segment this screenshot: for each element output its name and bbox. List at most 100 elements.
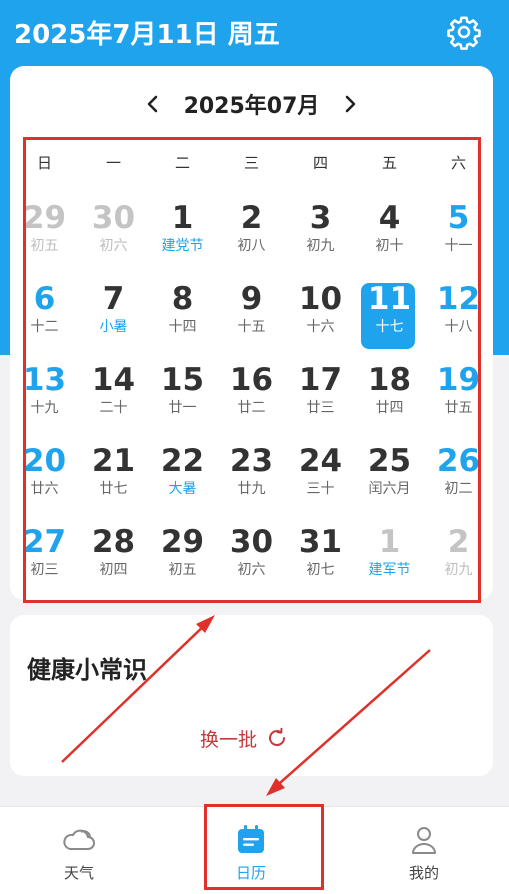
day-cell[interactable]: 13 十九 (10, 352, 79, 433)
day-cell[interactable]: 2 初九 (424, 514, 493, 595)
day-number: 10 (298, 281, 343, 317)
nav-item-calendar[interactable]: 日历 (206, 817, 296, 887)
day-cell[interactable]: 25 闰六月 (355, 433, 424, 514)
day-cell[interactable]: 9 十五 (217, 271, 286, 352)
lunar-label: 廿六 (30, 481, 59, 497)
gear-icon[interactable] (446, 14, 482, 50)
nav-item-weather[interactable]: 天气 (34, 817, 124, 887)
lunar-label: 十五 (237, 319, 266, 335)
day-cell[interactable]: 15 廿一 (148, 352, 217, 433)
day-number: 30 (229, 524, 274, 560)
day-number: 18 (367, 362, 412, 398)
weekday-header: 日 一 二 三 四 五 六 (10, 152, 493, 180)
bottom-nav: 天气 日历 我的 (0, 806, 509, 894)
lunar-label: 初六 (237, 562, 266, 578)
day-cell[interactable]: 29 初五 (148, 514, 217, 595)
day-cell[interactable]: 5 十一 (424, 190, 493, 271)
day-cell[interactable]: 31 初七 (286, 514, 355, 595)
day-number: 28 (91, 524, 136, 560)
nav-item-profile[interactable]: 我的 (379, 817, 469, 887)
refresh-label: 换一批 (200, 728, 258, 751)
lunar-label: 十二 (30, 319, 59, 335)
day-number: 13 (22, 362, 67, 398)
lunar-label: 廿九 (237, 481, 266, 497)
day-cell[interactable]: 10 十六 (286, 271, 355, 352)
nav-label: 我的 (408, 864, 439, 882)
day-number: 16 (229, 362, 274, 398)
day-number: 20 (22, 443, 67, 479)
chevron-right-icon[interactable] (333, 87, 367, 121)
day-cell[interactable]: 28 初四 (79, 514, 148, 595)
calendar-grid: 29 初五 30 初六 1 建党节 2 初八 3 初九 4 初十 5 十一 6 十二 7 小暑 8 十四 9 十五 10 十六… (10, 190, 493, 595)
user-icon (412, 827, 436, 854)
day-cell[interactable]: 3 初九 (286, 190, 355, 271)
lunar-label: 初五 (168, 562, 197, 578)
day-cell[interactable]: 6 十二 (10, 271, 79, 352)
day-number: 2 (240, 200, 263, 236)
lunar-label: 十四 (168, 319, 197, 335)
lunar-label: 大暑 (168, 481, 197, 497)
day-number: 9 (240, 281, 263, 317)
day-cell[interactable]: 24 三十 (286, 433, 355, 514)
day-number: 29 (160, 524, 205, 560)
day-cell[interactable]: 16 廿二 (217, 352, 286, 433)
day-cell[interactable]: 1 建军节 (355, 514, 424, 595)
weekday-label: 六 (450, 154, 466, 172)
day-cell[interactable]: 4 初十 (355, 190, 424, 271)
lunar-label: 初九 (444, 562, 473, 578)
annotation-arrowhead (266, 778, 285, 796)
day-cell[interactable]: 22 大暑 (148, 433, 217, 514)
lunar-label: 廿四 (375, 400, 404, 416)
lunar-label: 初九 (306, 238, 335, 254)
day-cell[interactable]: 7 小暑 (79, 271, 148, 352)
day-cell[interactable]: 27 初三 (10, 514, 79, 595)
day-cell[interactable]: 23 廿九 (217, 433, 286, 514)
month-navigator: 2025年07月 (10, 84, 493, 124)
day-number: 21 (91, 443, 136, 479)
weekday-label: 二 (174, 154, 190, 172)
chevron-left-icon[interactable] (136, 87, 170, 121)
lunar-label: 十六 (306, 319, 335, 335)
refresh-button[interactable]: 换一批 (200, 723, 289, 753)
lunar-label: 十九 (30, 400, 59, 416)
day-cell[interactable]: 2 初八 (217, 190, 286, 271)
day-number: 5 (447, 200, 470, 236)
lunar-label: 初七 (306, 562, 335, 578)
day-cell[interactable]: 1 建党节 (148, 190, 217, 271)
lunar-label: 初四 (99, 562, 128, 578)
day-cell[interactable]: 29 初五 (10, 190, 79, 271)
health-tips-card: 健康小常识 换一批 (10, 615, 493, 776)
lunar-label: 十一 (444, 238, 473, 254)
lunar-label: 廿七 (99, 481, 128, 497)
day-number: 27 (22, 524, 67, 560)
day-number: 15 (160, 362, 205, 398)
day-cell[interactable]: 18 廿四 (355, 352, 424, 433)
day-cell[interactable]: 14 二十 (79, 352, 148, 433)
day-cell[interactable]: 12 十八 (424, 271, 493, 352)
day-cell[interactable]: 30 初六 (217, 514, 286, 595)
page-title: 2025年7月11日 周五 (14, 20, 280, 50)
day-number: 30 (91, 200, 136, 236)
day-cell[interactable]: 17 廿三 (286, 352, 355, 433)
weekday-label: 一 (105, 154, 121, 172)
day-cell[interactable]: 19 廿五 (424, 352, 493, 433)
nav-label: 日历 (235, 864, 266, 882)
month-label: 2025年07月 (183, 94, 320, 119)
day-cell[interactable]: 8 十四 (148, 271, 217, 352)
day-cell[interactable]: 30 初六 (79, 190, 148, 271)
day-cell[interactable]: 21 廿七 (79, 433, 148, 514)
lunar-label: 廿三 (306, 400, 335, 416)
lunar-label: 廿一 (168, 400, 197, 416)
lunar-label: 初三 (30, 562, 59, 578)
day-number: 2 (447, 524, 470, 560)
lunar-label: 初五 (30, 238, 59, 254)
weekday-label: 五 (381, 154, 397, 172)
lunar-label: 建军节 (368, 562, 411, 578)
day-cell-today[interactable]: 11 十七 (355, 271, 424, 352)
lunar-label: 廿五 (444, 400, 473, 416)
day-cell[interactable]: 26 初二 (424, 433, 493, 514)
day-cell[interactable]: 20 廿六 (10, 433, 79, 514)
day-number: 12 (436, 281, 481, 317)
lunar-label: 十七 (375, 319, 404, 335)
day-number: 1 (378, 524, 401, 560)
